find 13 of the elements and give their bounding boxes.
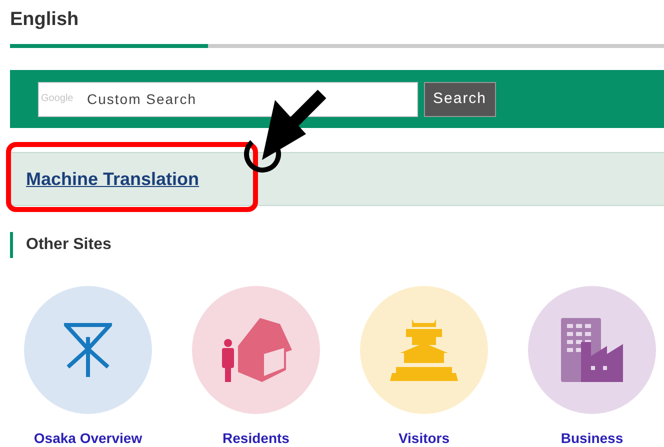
category-link[interactable]: Visitors xyxy=(398,428,450,447)
office-and-factory-icon xyxy=(561,318,623,382)
page-heading: English xyxy=(10,8,79,32)
search-brand: Google xyxy=(41,92,74,104)
castle-icon xyxy=(390,317,458,383)
machine-translation-link[interactable]: Machine Translation xyxy=(26,166,200,192)
category-link[interactable]: Business xyxy=(560,428,624,447)
person-and-house-icon xyxy=(220,316,292,384)
category-link[interactable]: Residents xyxy=(222,428,290,447)
tower-symbol-icon xyxy=(64,323,112,377)
category-link[interactable]: Osaka Overview xyxy=(34,428,142,447)
search-button[interactable]: Search xyxy=(424,82,496,116)
section-title: Other Sites xyxy=(26,235,112,255)
